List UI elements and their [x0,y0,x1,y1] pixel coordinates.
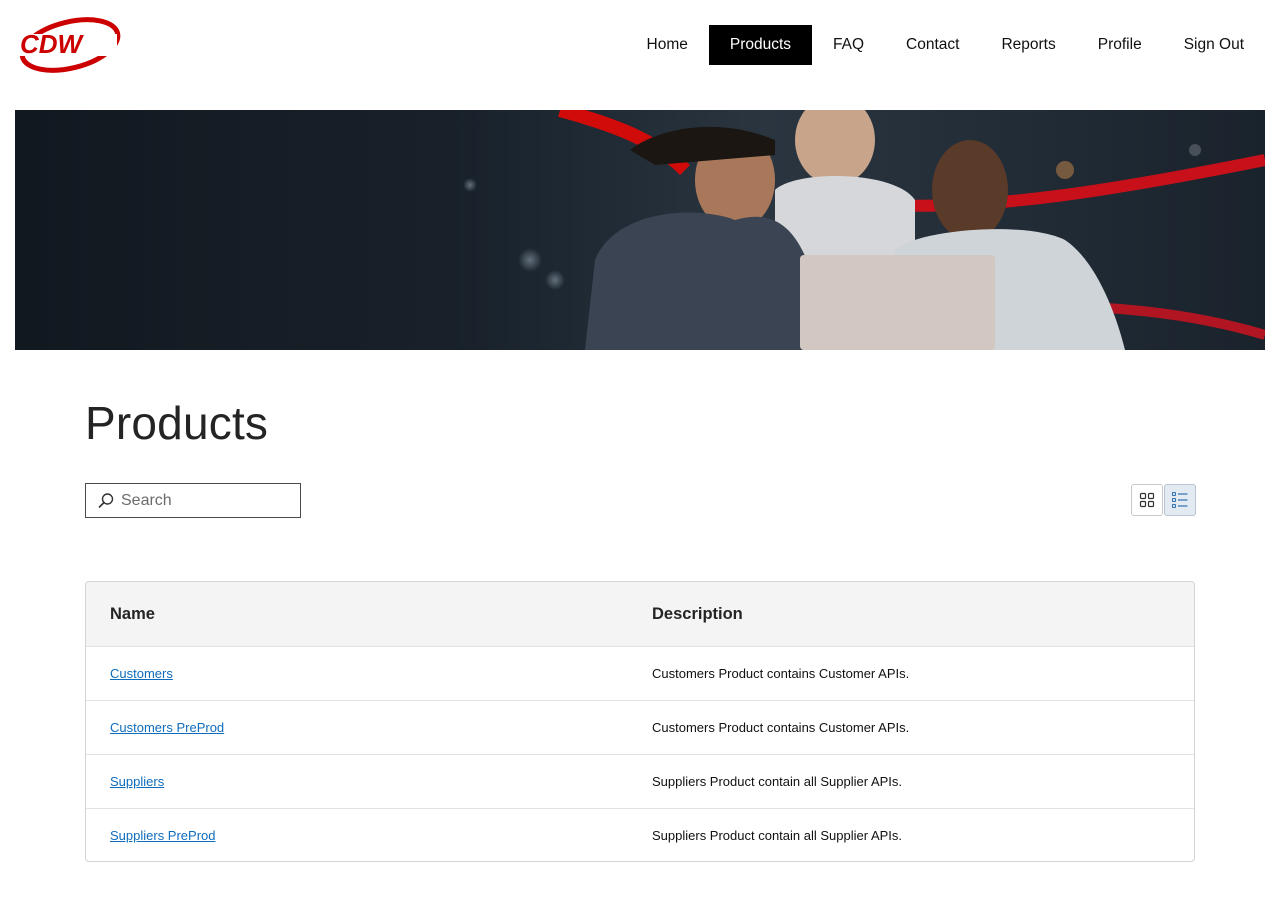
search-input[interactable] [121,491,291,510]
hero-banner [15,110,1265,350]
list-icon [1171,491,1188,509]
table-row: Suppliers PreProd Suppliers Product cont… [86,808,1194,861]
table-row: Customers PreProd Customers Product cont… [86,700,1194,754]
nav-faq[interactable]: FAQ [812,25,885,65]
product-link[interactable]: Customers PreProd [110,720,224,735]
cdw-logo[interactable]: CDW [15,14,123,76]
view-toggle [1131,484,1196,516]
column-header-name: Name [110,605,155,623]
nav-contact[interactable]: Contact [885,25,980,65]
product-description: Suppliers Product contain all Supplier A… [652,828,903,843]
page-title: Products [85,397,269,449]
nav-reports[interactable]: Reports [980,25,1076,65]
nav-profile[interactable]: Profile [1077,25,1163,65]
product-description: Customers Product contains Customer APIs… [652,666,910,681]
table-header: Name Description [86,582,1194,646]
search-box[interactable] [85,483,301,518]
nav-sign-out[interactable]: Sign Out [1163,25,1265,65]
products-table: Name Description Customers Customers Pro… [85,581,1195,862]
column-header-description: Description [652,605,743,623]
list-view-button[interactable] [1164,484,1196,516]
product-link[interactable]: Suppliers [110,774,164,789]
site-header: CDW Home Products FAQ Contact Reports Pr… [0,0,1280,95]
product-link[interactable]: Customers [110,666,173,681]
nav-products[interactable]: Products [708,25,813,65]
grid-view-button[interactable] [1131,484,1163,516]
hero-image [15,110,1265,350]
search-icon [98,492,114,508]
main-nav: Home Products FAQ Contact Reports Profil… [626,25,1266,65]
product-description: Suppliers Product contain all Supplier A… [652,774,903,789]
product-link[interactable]: Suppliers PreProd [110,828,216,843]
grid-icon [1139,492,1155,508]
product-description: Customers Product contains Customer APIs… [652,720,910,735]
nav-home[interactable]: Home [626,25,709,65]
table-row: Customers Customers Product contains Cus… [86,646,1194,700]
logo-text: CDW [20,29,85,59]
table-row: Suppliers Suppliers Product contain all … [86,754,1194,808]
